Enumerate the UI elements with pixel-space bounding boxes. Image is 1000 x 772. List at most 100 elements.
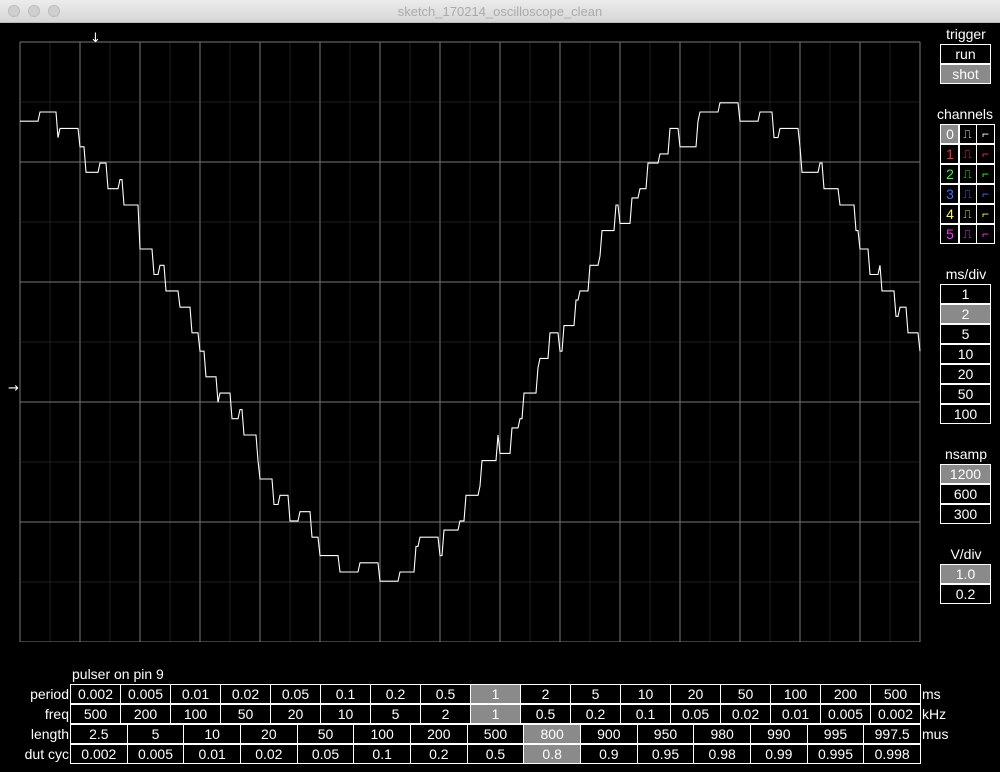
channel-2-rise-edge-icon[interactable]: ⎍ (958, 164, 977, 184)
pulser-freq-option[interactable]: 10 (320, 704, 371, 724)
pulser-row-label: dut cyc (24, 746, 69, 762)
pulser-dut-cyc-option[interactable]: 0.002 (70, 744, 128, 764)
channel-3-fall-edge-icon[interactable]: ⌐ (976, 184, 995, 204)
pulser-length-option[interactable]: 995 (806, 724, 865, 744)
channel-2-toggle[interactable]: 2 (940, 164, 960, 184)
nsamp-option[interactable]: 300 (940, 504, 991, 524)
channel-1-rise-edge-icon[interactable]: ⎍ (958, 144, 977, 164)
pulser-length-option[interactable]: 980 (693, 724, 751, 744)
pulser-freq-option[interactable]: 0.002 (870, 704, 921, 724)
pulser-dut-cyc-option[interactable]: 0.005 (126, 744, 185, 764)
channel-0-rise-edge-icon[interactable]: ⎍ (958, 124, 977, 144)
pulser-dut-cyc-option[interactable]: 0.8 (523, 744, 581, 764)
pulser-length-option[interactable]: 800 (523, 724, 581, 744)
pulser-freq-option[interactable]: 0.5 (520, 704, 571, 724)
msdiv-option[interactable]: 20 (940, 364, 991, 384)
pulser-dut-cyc-option[interactable]: 0.98 (693, 744, 751, 764)
pulser-length-option[interactable]: 5 (126, 724, 185, 744)
channel-3-toggle[interactable]: 3 (940, 184, 960, 204)
pulser-period-option[interactable]: 20 (670, 684, 721, 704)
trigger-time-marker[interactable]: ↓ (90, 31, 101, 46)
pulser-dut-cyc-option[interactable]: 0.995 (806, 744, 865, 764)
pulser-freq-option[interactable]: 0.02 (720, 704, 771, 724)
pulser-freq-option[interactable]: 0.05 (670, 704, 721, 724)
pulser-length-option[interactable]: 500 (466, 724, 525, 744)
pulser-period-option[interactable]: 1 (470, 684, 521, 704)
channel-4-fall-edge-icon[interactable]: ⌐ (976, 204, 995, 224)
pulser-length-option[interactable]: 950 (636, 724, 695, 744)
trigger-shot-button[interactable]: shot (940, 64, 991, 84)
trigger-level-marker[interactable]: → (8, 381, 19, 396)
pulser-length-option[interactable]: 10 (183, 724, 241, 744)
msdiv-option[interactable]: 50 (940, 384, 991, 404)
pulser-length-option[interactable]: 20 (240, 724, 298, 744)
pulser-dut-cyc-option[interactable]: 0.99 (750, 744, 808, 764)
pulser-freq-option[interactable]: 0.005 (820, 704, 871, 724)
pulser-length-option[interactable]: 900 (580, 724, 638, 744)
channel-5-toggle[interactable]: 5 (940, 224, 960, 244)
channel-0-fall-edge-icon[interactable]: ⌐ (976, 124, 995, 144)
pulser-length-option[interactable]: 990 (750, 724, 808, 744)
pulser-period-option[interactable]: 10 (620, 684, 671, 704)
pulser-freq-option[interactable]: 0.1 (620, 704, 671, 724)
pulser-freq-option[interactable]: 20 (270, 704, 321, 724)
pulser-freq-option[interactable]: 50 (220, 704, 271, 724)
channel-2-fall-edge-icon[interactable]: ⌐ (976, 164, 995, 184)
channel-5-rise-edge-icon[interactable]: ⎍ (958, 224, 977, 244)
trigger-run-button[interactable]: run (940, 44, 991, 64)
pulser-period-option[interactable]: 200 (820, 684, 871, 704)
msdiv-option[interactable]: 5 (940, 324, 991, 344)
pulser-period-option[interactable]: 5 (570, 684, 621, 704)
channel-1-toggle[interactable]: 1 (940, 144, 960, 164)
channel-1-fall-edge-icon[interactable]: ⌐ (976, 144, 995, 164)
pulser-dut-cyc-option[interactable]: 0.2 (410, 744, 468, 764)
nsamp-option[interactable]: 600 (940, 484, 991, 504)
pulser-freq-option[interactable]: 0.2 (570, 704, 621, 724)
pulser-period-option[interactable]: 0.05 (270, 684, 321, 704)
vdiv-option[interactable]: 1.0 (940, 564, 991, 584)
pulser-period-option[interactable]: 0.2 (370, 684, 421, 704)
pulser-period-option[interactable]: 50 (720, 684, 771, 704)
channels-header: channels (936, 106, 994, 122)
msdiv-option[interactable]: 1 (940, 284, 991, 304)
pulser-period-option[interactable]: 0.02 (220, 684, 271, 704)
pulser-freq-option[interactable]: 100 (170, 704, 221, 724)
pulser-period-option[interactable]: 2 (520, 684, 571, 704)
pulser-freq-option[interactable]: 1 (470, 704, 521, 724)
pulser-dut-cyc-option[interactable]: 0.05 (296, 744, 355, 764)
pulser-dut-cyc-option[interactable]: 0.9 (580, 744, 638, 764)
pulser-dut-cyc-option[interactable]: 0.01 (183, 744, 241, 764)
nsamp-option[interactable]: 1200 (940, 464, 991, 484)
pulser-length-option[interactable]: 50 (296, 724, 355, 744)
pulser-length-option[interactable]: 997.5 (863, 724, 921, 744)
pulser-freq-option[interactable]: 500 (70, 704, 121, 724)
msdiv-option[interactable]: 2 (940, 304, 991, 324)
vdiv-option[interactable]: 0.2 (940, 584, 991, 604)
channel-5-fall-edge-icon[interactable]: ⌐ (976, 224, 995, 244)
pulser-length-option[interactable]: 100 (353, 724, 411, 744)
pulser-dut-cyc-option[interactable]: 0.95 (636, 744, 695, 764)
pulser-period-option[interactable]: 0.002 (70, 684, 121, 704)
pulser-period-option[interactable]: 100 (770, 684, 821, 704)
pulser-dut-cyc-option[interactable]: 0.1 (353, 744, 411, 764)
pulser-dut-cyc-option[interactable]: 0.998 (863, 744, 921, 764)
pulser-period-option[interactable]: 0.5 (420, 684, 471, 704)
pulser-period-option[interactable]: 0.1 (320, 684, 371, 704)
pulser-period-option[interactable]: 0.01 (170, 684, 221, 704)
pulser-freq-option[interactable]: 0.01 (770, 704, 821, 724)
pulser-period-option[interactable]: 0.005 (120, 684, 171, 704)
channel-4-rise-edge-icon[interactable]: ⎍ (958, 204, 977, 224)
pulser-period-option[interactable]: 500 (870, 684, 921, 704)
pulser-freq-option[interactable]: 2 (420, 704, 471, 724)
pulser-freq-option[interactable]: 200 (120, 704, 171, 724)
pulser-dut-cyc-option[interactable]: 0.02 (240, 744, 298, 764)
pulser-dut-cyc-option[interactable]: 0.5 (466, 744, 525, 764)
pulser-length-option[interactable]: 2.5 (70, 724, 128, 744)
channel-3-rise-edge-icon[interactable]: ⎍ (958, 184, 977, 204)
channel-4-toggle[interactable]: 4 (940, 204, 960, 224)
msdiv-option[interactable]: 10 (940, 344, 991, 364)
pulser-length-option[interactable]: 200 (410, 724, 468, 744)
channel-0-toggle[interactable]: 0 (940, 124, 960, 144)
pulser-freq-option[interactable]: 5 (370, 704, 421, 724)
msdiv-option[interactable]: 100 (940, 404, 991, 424)
